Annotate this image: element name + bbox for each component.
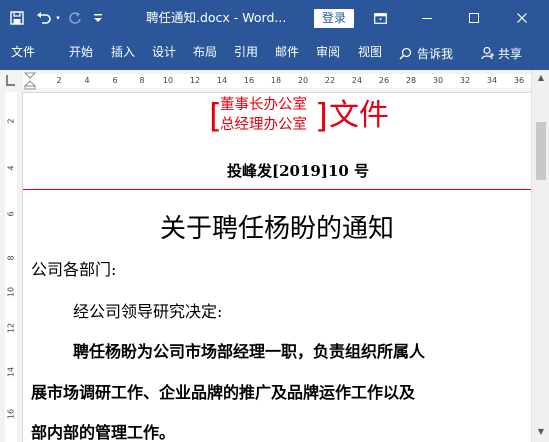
ruler-tick: 14 xyxy=(6,366,16,378)
letterhead-suffix: 文件 xyxy=(329,98,389,133)
person-icon xyxy=(481,46,494,60)
body-paragraph: 展市场调研工作、企业品牌的推广及品牌运作工作以及 xyxy=(31,383,416,402)
save-icon[interactable] xyxy=(8,9,26,27)
red-divider xyxy=(23,189,531,190)
ruler-tick: 32 xyxy=(459,76,471,85)
ruler-tick: 2 xyxy=(6,118,16,124)
tab-view[interactable]: 视图 xyxy=(358,36,382,70)
document-page[interactable]: [ 董事长办公室 总经理办公室 ] 文件 投峰发[2019]10 号 关于聘任杨… xyxy=(23,93,531,442)
indent-marker-icon[interactable] xyxy=(24,72,36,90)
ruler-tick: 16 xyxy=(6,408,16,420)
tab-home[interactable]: 开始 xyxy=(69,36,93,70)
ruler-tick: 18 xyxy=(270,76,282,85)
login-button[interactable]: 登录 xyxy=(314,9,354,28)
ruler-tick: 22 xyxy=(324,76,336,85)
letterhead-line-chairman-office: 董事长办公室 xyxy=(220,97,307,113)
share-button[interactable]: 共享 xyxy=(481,36,522,70)
body-paragraph: 经公司领导研究决定: xyxy=(73,302,223,321)
tab-selector-icon[interactable] xyxy=(3,73,19,89)
scroll-up-icon[interactable]: ▲ xyxy=(535,72,547,84)
title-bar: ▾ 聘任通知.docx - Word... 登录 xyxy=(0,0,549,36)
ruler-tick: 6 xyxy=(112,76,118,85)
body-paragraph: 聘任杨盼为公司市场部经理一职，负责组织所属人 xyxy=(73,342,426,361)
tab-layout[interactable]: 布局 xyxy=(193,36,217,70)
document-title: 聘任通知.docx - Word... xyxy=(146,10,287,25)
vertical-scrollbar[interactable]: ▲ ▼ xyxy=(531,70,549,442)
tab-insert[interactable]: 插入 xyxy=(111,36,135,70)
ruler-tick: 34 xyxy=(486,76,498,85)
ruler-tick: 12 xyxy=(6,322,16,334)
ruler-tick: 36 xyxy=(513,76,525,85)
ruler-tick: 8 xyxy=(139,76,145,85)
minimize-icon[interactable] xyxy=(418,9,436,27)
search-icon xyxy=(399,47,412,60)
body-paragraph: 部内部的管理工作。 xyxy=(31,423,176,442)
tab-file[interactable]: 文件 xyxy=(11,36,35,70)
redo-icon[interactable] xyxy=(66,9,84,27)
ruler-tick: 14 xyxy=(216,76,228,85)
scroll-thumb[interactable] xyxy=(536,122,546,180)
share-label: 共享 xyxy=(498,46,523,61)
vertical-ruler[interactable]: 2 4 6 8 10 12 14 16 xyxy=(0,92,23,442)
ruler-tick: 10 xyxy=(6,286,16,298)
ruler-tick: 20 xyxy=(297,76,309,85)
vertical-ruler-track xyxy=(5,92,17,442)
ruler-tick: 12 xyxy=(189,76,201,85)
tab-design[interactable]: 设计 xyxy=(152,36,176,70)
undo-dropdown-icon[interactable]: ▾ xyxy=(54,12,62,24)
ruler-tick: 2 xyxy=(56,76,62,85)
horizontal-ruler[interactable]: 2 4 6 8 10 12 14 16 18 20 22 24 26 28 30… xyxy=(0,70,549,93)
ruler-tick: 28 xyxy=(405,76,417,85)
ruler-tick: 24 xyxy=(351,76,363,85)
ruler-tick: 8 xyxy=(6,255,16,261)
ribbon-display-options-icon[interactable] xyxy=(371,9,389,27)
tell-me-box[interactable]: 告诉我 xyxy=(399,36,453,70)
ruler-tick: 6 xyxy=(6,211,16,217)
close-icon[interactable] xyxy=(513,9,531,27)
ruler-tick: 26 xyxy=(378,76,390,85)
ruler-tick: 4 xyxy=(6,165,16,171)
customize-quick-access-icon[interactable] xyxy=(92,10,104,26)
ribbon-tabs: 文件 开始 插入 设计 布局 引用 邮件 审阅 视图 告诉我 共享 xyxy=(0,36,549,70)
document-title: 关于聘任杨盼的通知 xyxy=(160,214,395,244)
letterhead-close-bracket: ] xyxy=(315,96,328,135)
ruler-tick: 10 xyxy=(162,76,174,85)
undo-icon[interactable] xyxy=(35,9,53,27)
ruler-tick: 30 xyxy=(432,76,444,85)
maximize-icon[interactable] xyxy=(465,9,483,27)
tab-mailings[interactable]: 邮件 xyxy=(275,36,299,70)
tab-references[interactable]: 引用 xyxy=(234,36,258,70)
letterhead-line-gm-office: 总经理办公室 xyxy=(220,117,307,133)
ruler-tick: 16 xyxy=(243,76,255,85)
salutation: 公司各部门: xyxy=(31,260,117,279)
scroll-down-icon[interactable]: ▼ xyxy=(535,426,547,438)
ruler-tick: 4 xyxy=(84,76,90,85)
tab-review[interactable]: 审阅 xyxy=(316,36,340,70)
document-number: 投峰发[2019]10 号 xyxy=(227,162,370,180)
tell-me-label: 告诉我 xyxy=(417,46,454,61)
